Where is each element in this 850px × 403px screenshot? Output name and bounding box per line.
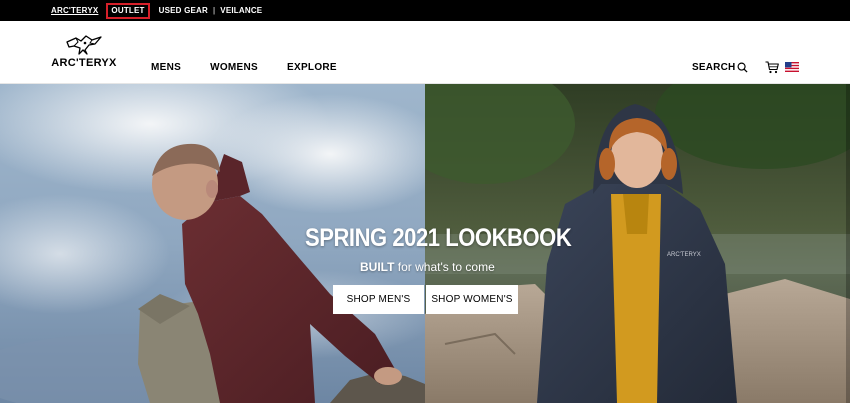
hero-image-mens [0, 84, 425, 403]
brand-logo[interactable]: ARC'TERYX [51, 33, 117, 73]
archaeopteryx-icon [66, 35, 102, 55]
search-icon [737, 62, 748, 73]
veilance-link[interactable]: VEILANCE [220, 6, 262, 15]
nav-mens[interactable]: MENS [151, 62, 181, 73]
main-header: ARC'TERYX MENS WOMENS EXPLORE SEARCH [0, 21, 850, 84]
utility-bar: ARC'TERYX OUTLET USED GEAR | VEILANCE [0, 0, 850, 21]
used-gear-link[interactable]: USED GEAR [159, 6, 208, 15]
search-label: SEARCH [692, 62, 736, 73]
shop-womens-button[interactable]: SHOP WOMEN'S [426, 285, 518, 314]
us-flag-icon[interactable] [785, 62, 799, 72]
scrollbar-track[interactable] [846, 84, 850, 403]
logo-text: ARC'TERYX [51, 57, 117, 69]
primary-nav: MENS WOMENS EXPLORE [151, 62, 366, 73]
shop-mens-button[interactable]: SHOP MEN'S [333, 285, 424, 314]
search-button[interactable]: SEARCH [692, 62, 748, 73]
svg-text:ARC'TERYX: ARC'TERYX [667, 252, 701, 258]
separator: | [213, 6, 216, 15]
hero-image-womens: ARC'TERYX [425, 84, 850, 403]
arcteryx-link[interactable]: ARC'TERYX [51, 6, 98, 15]
cart-icon[interactable] [765, 61, 779, 74]
outlet-link[interactable]: OUTLET [106, 2, 150, 19]
nav-explore[interactable]: EXPLORE [287, 62, 337, 73]
hero-banner: ARC'TERYX SPRING 2021 LOOKBOOK BUILT for… [0, 84, 850, 403]
nav-womens[interactable]: WOMENS [210, 62, 258, 73]
